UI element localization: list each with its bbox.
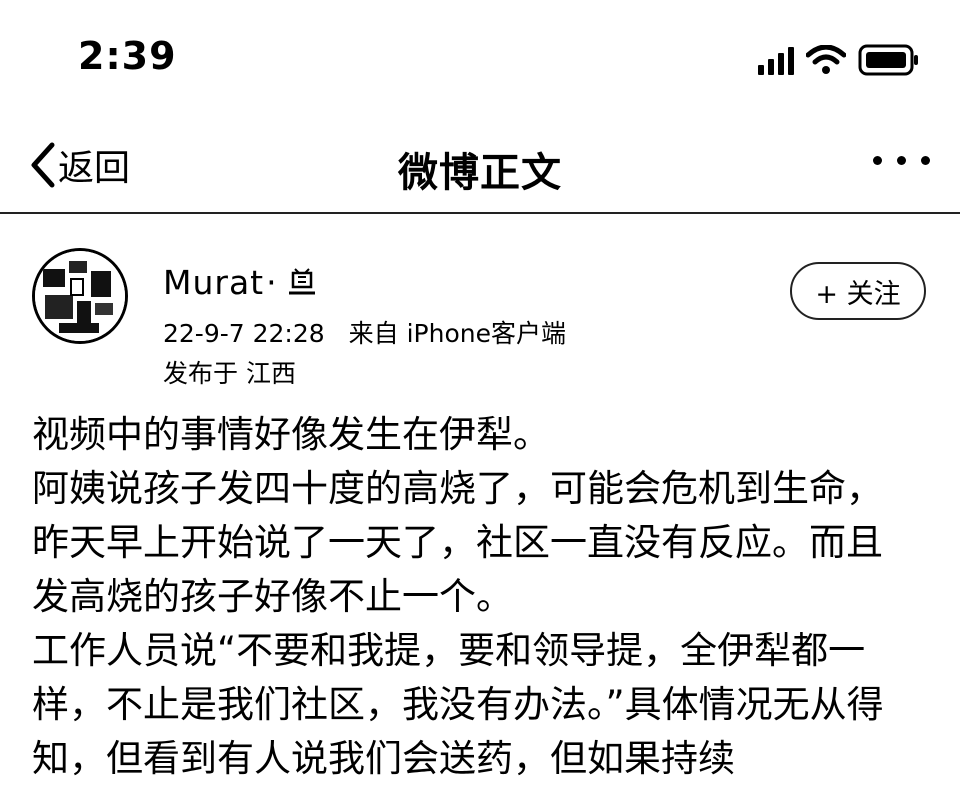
post-timestamp: 22-9-7 22:28: [163, 319, 325, 348]
status-icons: [758, 40, 920, 80]
post-text-line: 工作人员说“不要和我提，要和领导提，全伊犁都一: [32, 629, 866, 672]
post-text-line: 发高烧的孩子好像不止一个。: [32, 575, 513, 618]
author-row: Murat ·: [163, 262, 317, 302]
more-dots-icon[interactable]: [873, 156, 930, 165]
post-text-line: 视频中的事情好像发生在伊犁。: [32, 413, 550, 456]
post-text-line: 阿姨说孩子发四十度的高烧了，可能会危机到生命，: [32, 467, 883, 510]
post-text-line: 昨天早上开始说了一天了，社区一直没有反应。而且: [32, 521, 883, 564]
post-text-line: 样，不止是我们社区，我没有办法。”具体情况无从得: [32, 683, 884, 726]
avatar[interactable]: [32, 248, 128, 344]
battery-icon: [858, 44, 920, 76]
post-source: 来自 iPhone客户端: [348, 319, 566, 348]
nav-bar: 返回 微博正文: [0, 120, 960, 214]
author-name[interactable]: Murat: [163, 263, 264, 302]
post-location: 发布于 江西: [163, 359, 296, 388]
wifi-icon: [806, 45, 846, 75]
cellular-signal-icon: [758, 45, 794, 75]
follow-button[interactable]: + 关注: [790, 262, 926, 320]
status-time: 2:39: [78, 34, 177, 78]
post-meta: 22-9-7 22:28 来自 iPhone客户端: [163, 314, 566, 350]
page-title: 微博正文: [398, 150, 562, 196]
status-bar: 2:39: [0, 0, 960, 110]
user-level-badge-icon: [288, 268, 315, 295]
post-body: 视频中的事情好像发生在伊犁。 阿姨说孩子发四十度的高烧了，可能会危机到生命， 昨…: [32, 408, 932, 786]
weibo-post-page: 2:39 返回 微博正文 Murat · 22-9-7 22:28 来自 iPh…: [0, 0, 960, 792]
post-text-line: 知，但看到有人说我们会送药，但如果持续: [32, 737, 735, 780]
author-separator: ·: [266, 262, 277, 302]
